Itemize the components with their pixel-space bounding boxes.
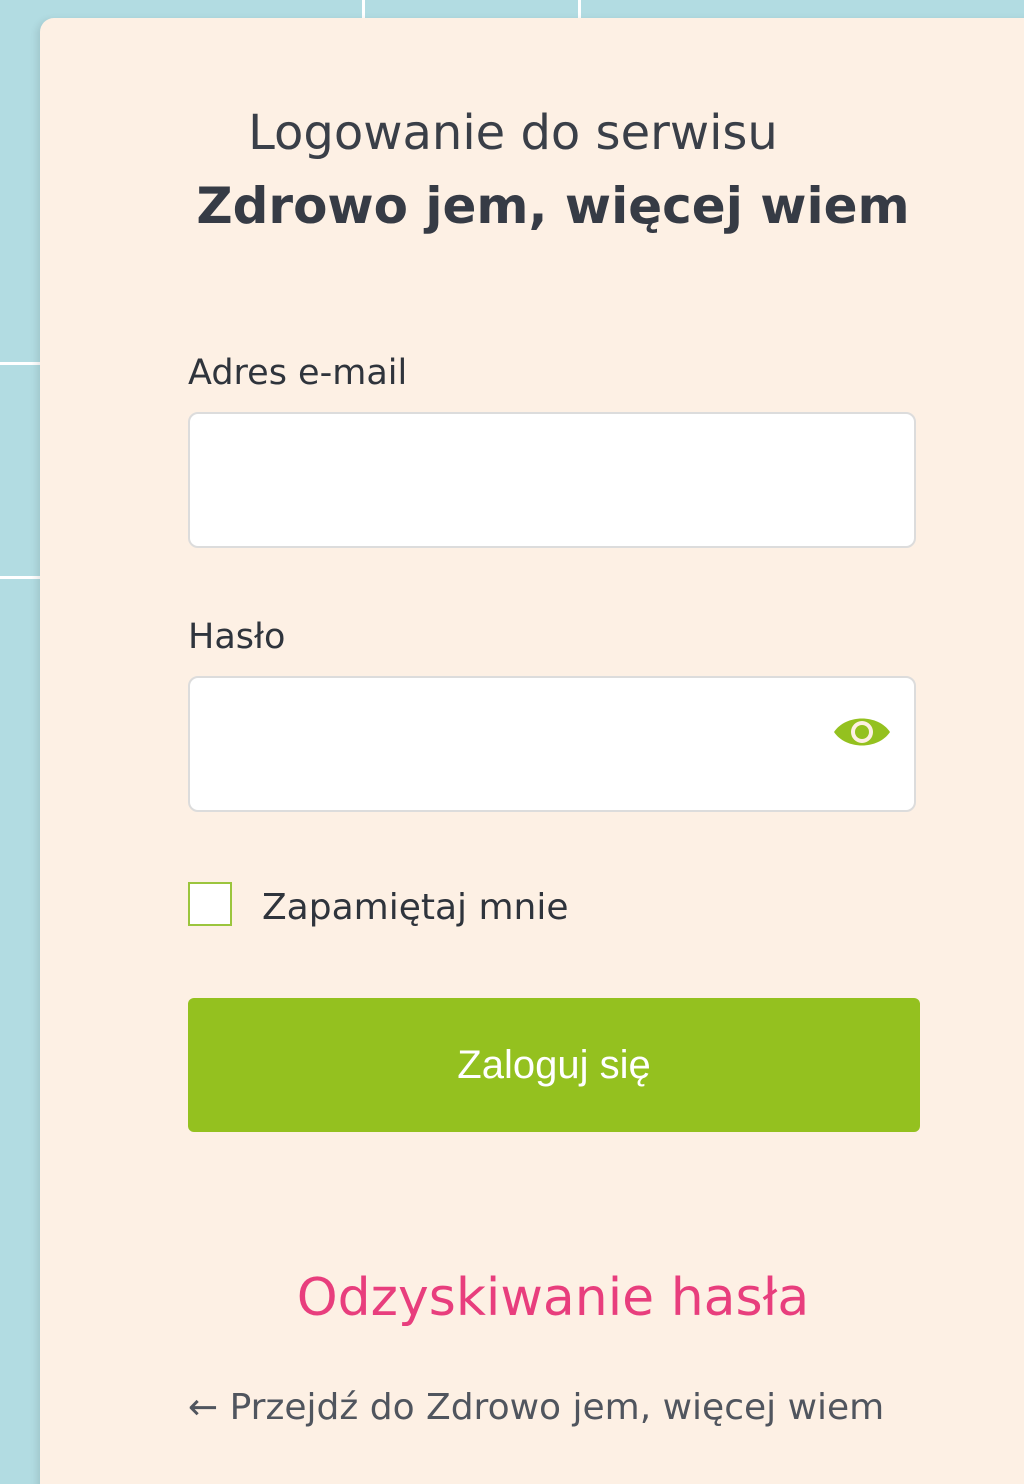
eye-icon[interactable]	[832, 712, 892, 752]
background-grid-line	[0, 362, 40, 365]
site-name-heading: Zdrowo jem, więcej wiem	[196, 177, 910, 235]
back-to-site-link[interactable]: ← Przejdź do Zdrowo jem, więcej wiem	[188, 1386, 884, 1430]
remember-me-checkbox[interactable]	[188, 882, 232, 926]
background-grid-line	[578, 0, 581, 18]
remember-me-label[interactable]: Zapamiętaj mnie	[262, 886, 569, 930]
password-field[interactable]	[188, 676, 916, 812]
email-field[interactable]	[188, 412, 916, 548]
password-label: Hasło	[188, 617, 286, 657]
email-label: Adres e-mail	[188, 353, 408, 393]
password-recovery-link[interactable]: Odzyskiwanie hasła	[40, 1266, 1024, 1330]
background-grid-line	[0, 576, 40, 579]
page-title: Logowanie do serwisu	[248, 105, 778, 161]
background-grid-line	[362, 0, 365, 18]
login-button[interactable]: Zaloguj się	[188, 998, 920, 1132]
